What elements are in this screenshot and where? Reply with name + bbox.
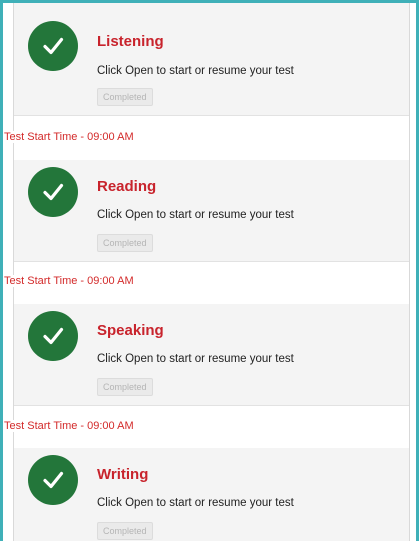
test-card-speaking[interactable]: Speaking Click Open to start or resume y… (14, 304, 409, 406)
test-list-panel: Listening Click Open to start or resume … (0, 0, 419, 541)
status-badge: Completed (97, 378, 153, 396)
test-list: Listening Click Open to start or resume … (4, 3, 410, 541)
test-description: Click Open to start or resume your test (97, 353, 294, 365)
check-circle-icon (28, 455, 78, 505)
status-badge: Completed (97, 522, 153, 540)
test-start-time: Test Start Time - 09:00 AM (4, 420, 134, 432)
test-title: Writing (97, 466, 149, 483)
check-circle-icon (28, 21, 78, 71)
test-description: Click Open to start or resume your test (97, 65, 294, 77)
test-title: Reading (97, 178, 157, 195)
test-title: Speaking (97, 322, 164, 339)
test-title: Listening (97, 33, 164, 50)
test-description: Click Open to start or resume your test (97, 497, 294, 509)
test-card-writing[interactable]: Writing Click Open to start or resume yo… (14, 448, 409, 541)
test-card-reading[interactable]: Reading Click Open to start or resume yo… (14, 160, 409, 262)
check-circle-icon (28, 311, 78, 361)
test-card-listening[interactable]: Listening Click Open to start or resume … (14, 3, 409, 116)
check-circle-icon (28, 167, 78, 217)
test-description: Click Open to start or resume your test (97, 209, 294, 221)
test-start-time: Test Start Time - 09:00 AM (4, 131, 134, 143)
test-start-time: Test Start Time - 09:00 AM (4, 275, 134, 287)
status-badge: Completed (97, 88, 153, 106)
status-badge: Completed (97, 234, 153, 252)
